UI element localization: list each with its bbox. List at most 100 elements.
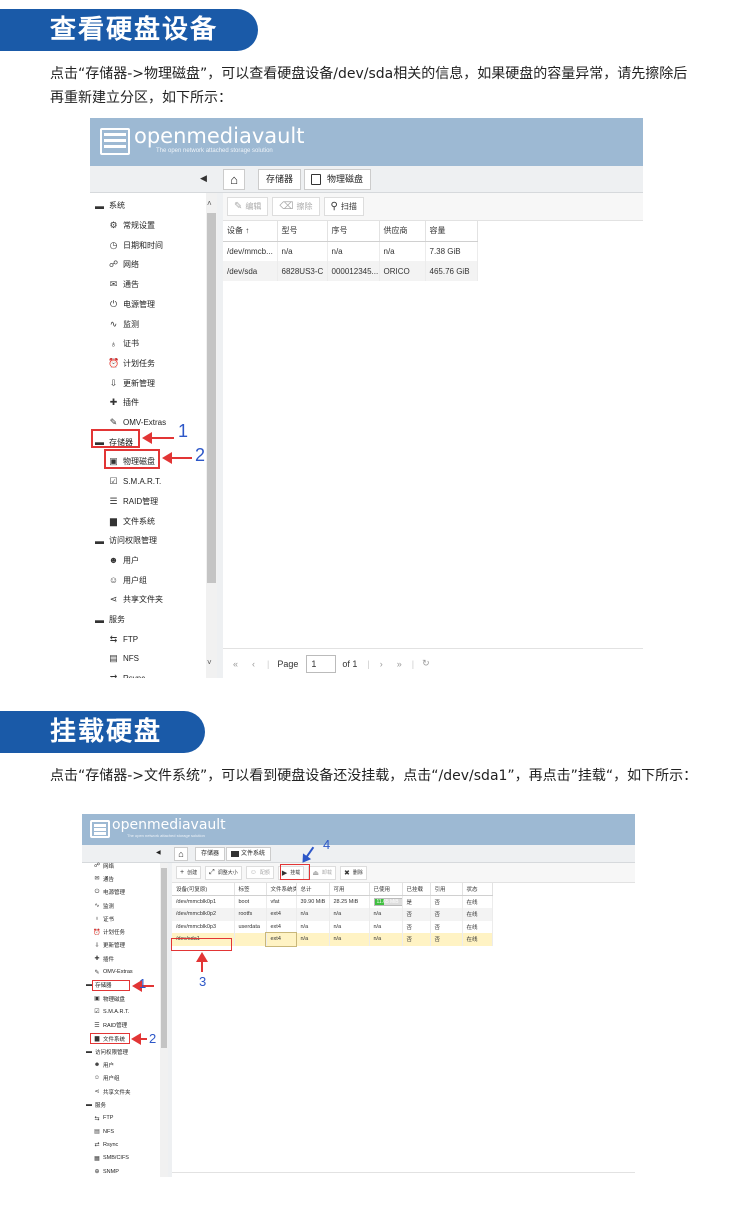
annotation-number-1: 1 [139, 976, 147, 991]
action-button-0[interactable]: ✎ 编辑 [227, 197, 269, 216]
sidebar-item-10[interactable]: ▣ 物理磁盘 [93, 992, 125, 1005]
sidebar-item-16[interactable]: ▆ 文件系统 [108, 511, 155, 531]
prev-page-button[interactable]: ‹ [252, 659, 255, 669]
sidebar-item-22[interactable]: ▦ SMB/CIFS [93, 1152, 129, 1165]
column-header[interactable]: 供应商 [379, 221, 426, 242]
sidebar-item-10[interactable]: ✚ 插件 [108, 393, 139, 413]
sidebar-item-label: 电源管理 [123, 299, 155, 309]
sidebar-item-8[interactable]: ✎ OMV-Extras [93, 965, 132, 978]
sidebar-item-label: 系统 [109, 201, 125, 211]
table-cell: 6828US3-C [277, 261, 328, 281]
action-button-1[interactable]: ⤢ 调整大小 [205, 865, 242, 880]
table-cell: n/a [277, 241, 328, 261]
sidebar-item-19[interactable]: ⇆ FTP [93, 1112, 113, 1125]
sidebar-item-9[interactable]: ⇩ 更新管理 [108, 373, 155, 393]
first-page-button[interactable]: « [233, 659, 238, 669]
column-header[interactable]: 引用 [430, 883, 463, 896]
next-page-button[interactable]: › [380, 659, 383, 669]
action-button-label: 删除 [352, 870, 363, 876]
column-header[interactable]: 序号 [327, 221, 380, 242]
sidebar-item-label: 日期和时间 [123, 240, 163, 250]
sidebar-item-3[interactable]: ∿ 监测 [93, 899, 114, 912]
table-row[interactable]: /dev/sda 6828US3-C 000012345... ORICO 465.76… [223, 261, 478, 281]
sidebar-item-20[interactable]: ▤ NFS [93, 1125, 114, 1138]
highlight-sda1-row [171, 938, 232, 951]
column-header[interactable]: 可用 [329, 883, 370, 896]
sidebar-item-0[interactable]: ▬ 系统 [94, 196, 125, 216]
sidebar-item-20[interactable]: ⋖ 共享文件夹 [108, 590, 163, 610]
home-icon[interactable]: ⌂ [223, 169, 245, 190]
column-header[interactable]: 型号 [277, 221, 328, 242]
column-header[interactable]: 容量 [425, 221, 478, 242]
sidebar-item-6[interactable]: ∿ 监测 [108, 314, 139, 334]
breadcrumb-filesystems[interactable]: 文件系统 [226, 847, 272, 861]
collapse-sidebar-icon[interactable]: ◀ [200, 173, 207, 184]
sidebar-item-12[interactable]: ☰ RAID管理 [93, 1019, 127, 1032]
sidebar-item-3[interactable]: ☍ 网络 [108, 255, 139, 275]
sidebar-item-7[interactable]: ✚ 插件 [93, 952, 114, 965]
breadcrumb-storage[interactable]: 存储器 [195, 847, 226, 861]
column-header[interactable]: 设备 ↑ [223, 221, 278, 242]
sidebar-item-14[interactable]: ☑ S.M.A.R.T. [108, 472, 161, 492]
sidebar-item-4[interactable]: ✉ 通告 [108, 275, 139, 295]
action-button-4[interactable]: ⏏ 卸载 [308, 865, 336, 880]
sidebar-item-15[interactable]: ☰ RAID管理 [108, 492, 158, 512]
last-page-button[interactable]: » [397, 659, 402, 669]
sidebar-item-2[interactable]: ⏻ 电源管理 [93, 886, 125, 899]
column-header[interactable]: 文件系统类型 [266, 883, 297, 896]
sidebar-item-23[interactable]: ⊕ SNMP [93, 1165, 118, 1177]
action-button-2[interactable]: ☺ 配额 [245, 866, 274, 879]
sidebar-item-15[interactable]: ☻ 用户 [93, 1059, 114, 1072]
table-cell: 7.38 GiB [425, 241, 478, 261]
action-button-5[interactable]: ✖ 删除 [339, 865, 367, 880]
column-header[interactable]: 状态 [462, 883, 493, 896]
sidebar-item-14[interactable]: ▬ 访问权限管理 [85, 1045, 128, 1058]
sidebar-item-22[interactable]: ⇆ FTP [108, 629, 138, 649]
disk-table: 设备 ↑ 型号 序号 供应商 容量/dev/mmcb... n/a n/a n/a 7.38 G… [223, 221, 478, 281]
sidebar-item-8[interactable]: ⏰ 计划任务 [108, 354, 155, 374]
sidebar-item-5[interactable]: ⏻ 电源管理 [108, 295, 155, 315]
sidebar-item-24[interactable]: ⇄ Rsync [108, 669, 146, 678]
table-row[interactable]: /dev/mmcb... n/a n/a n/a 7.38 GiB [223, 241, 478, 261]
breadcrumb-disks[interactable]: 物理磁盘 [304, 169, 372, 190]
sidebar-item-21[interactable]: ▬ 服务 [94, 610, 125, 630]
sidebar-item-1[interactable]: ⚙ 常规设置 [108, 216, 155, 236]
table-row[interactable]: /dev/mmcblk0p2 rootfs ext4 n/a n/a n/a 否否在线 [172, 908, 493, 921]
home-icon[interactable]: ⌂ [174, 847, 188, 861]
sidebar-scrollbar[interactable] [160, 863, 168, 1177]
page-input[interactable]: 1 [306, 654, 337, 673]
sidebar-item-1[interactable]: ✉ 通告 [93, 872, 114, 885]
column-header[interactable]: 总计 [296, 883, 330, 896]
sidebar-item-6[interactable]: ⇩ 更新管理 [93, 939, 125, 952]
column-header[interactable]: 已使用 [369, 883, 403, 896]
sidebar-item-18[interactable]: ☻ 用户 [108, 551, 139, 571]
action-button-2[interactable]: ⚲ 扫描 [323, 197, 364, 216]
column-header[interactable]: 已挂载 [402, 883, 431, 896]
sidebar-item-23[interactable]: ▤ NFS [108, 649, 139, 669]
table-row[interactable]: /dev/mmcblk0p1 boot vfat 39.90 MiB 28.25 MiB… [172, 895, 493, 908]
sidebar-item-17[interactable]: ⋖ 共享文件夹 [93, 1085, 130, 1098]
collapse-sidebar-icon[interactable]: ◀ [156, 849, 161, 856]
sidebar-item-5[interactable]: ⏰ 计划任务 [93, 926, 125, 939]
sidebar-item-21[interactable]: ⇄ Rsync [93, 1138, 118, 1151]
column-header[interactable]: 标签 [234, 883, 267, 896]
sidebar-item-7[interactable]: ♁ 证书 [108, 334, 139, 354]
section-title-mount: 挂载硬盘 [0, 711, 205, 753]
table-row[interactable]: /dev/mmcblk0p3 userdata ext4 n/a n/a n/a 否否在线 [172, 920, 493, 933]
refresh-icon[interactable]: ↻ [422, 658, 430, 669]
sidebar-scrollbar[interactable]: ˄ ˅ [206, 193, 217, 678]
sidebar-item-18[interactable]: ▬ 服务 [85, 1098, 106, 1111]
sidebar-item-4[interactable]: ♁ 证书 [93, 912, 114, 925]
sidebar-item-11[interactable]: ☑ S.M.A.R.T. [93, 1005, 129, 1018]
table-cell: n/a [329, 920, 370, 933]
sidebar-item-2[interactable]: ◷ 日期和时间 [108, 235, 163, 255]
action-button-0[interactable]: + 创建 [176, 866, 202, 879]
sidebar-item-17[interactable]: ▬ 访问权限管理 [94, 531, 157, 551]
sidebar-item-19[interactable]: ☺ 用户组 [108, 570, 147, 590]
column-header[interactable]: 设备(可复原) [172, 883, 235, 896]
sidebar-item-16[interactable]: ☺ 用户组 [93, 1072, 120, 1085]
sidebar-item-0[interactable]: ☍ 网络 [93, 859, 114, 872]
minus-square-icon: ▬ [95, 200, 104, 211]
breadcrumb-storage[interactable]: 存储器 [258, 169, 302, 190]
action-button-1[interactable]: ⌫ 擦除 [272, 197, 320, 216]
